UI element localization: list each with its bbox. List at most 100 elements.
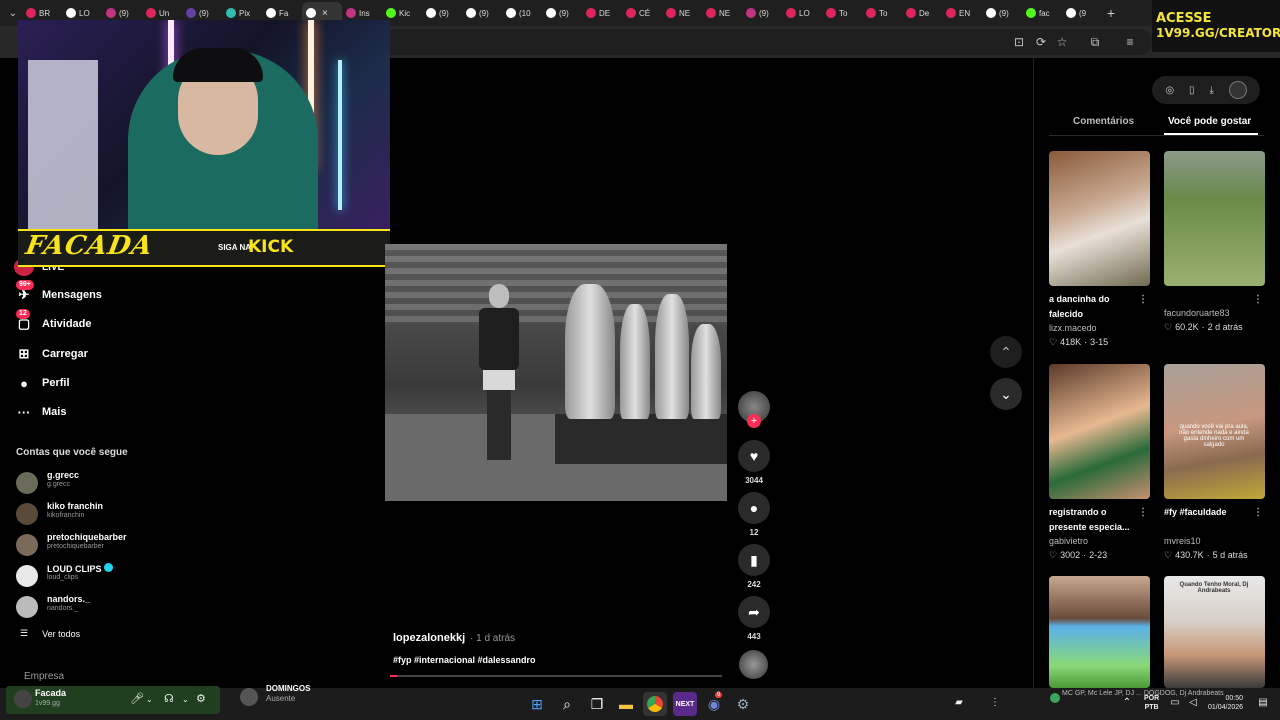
- browser-tab[interactable]: DE: [582, 2, 622, 24]
- video-progress-bar[interactable]: [390, 675, 722, 677]
- headphones-icon[interactable]: ☊: [164, 692, 174, 705]
- task-view-icon[interactable]: ❐: [585, 692, 609, 716]
- followed-account[interactable]: g.grecc g.grecc: [16, 470, 216, 496]
- video-author[interactable]: mvreis10: [1164, 535, 1265, 548]
- cast-icon[interactable]: ⟳: [1032, 34, 1050, 50]
- music-disc[interactable]: [739, 650, 768, 679]
- browser-tab[interactable]: To: [822, 2, 862, 24]
- tab-favicon-icon: [826, 8, 836, 18]
- microphone-icon[interactable]: 🎤︎: [130, 692, 144, 705]
- settings-icon[interactable]: ⚙: [731, 692, 755, 716]
- close-tab-icon[interactable]: ×: [322, 8, 328, 19]
- more-options-icon[interactable]: ⋮: [1253, 292, 1263, 307]
- video-thumbnail[interactable]: [1164, 151, 1265, 286]
- extensions-icon[interactable]: ⧉: [1086, 34, 1104, 50]
- suggested-video-card[interactable]: quando você vai pra aula, não entende na…: [1164, 364, 1265, 562]
- system-clock[interactable]: 00:50 01/04/2026: [1208, 694, 1243, 712]
- tab-comments[interactable]: Comentários: [1073, 116, 1134, 127]
- video-thumbnail[interactable]: [1049, 576, 1150, 688]
- sidebar-item-1[interactable]: ▢ 12 Atividade: [16, 309, 92, 335]
- language-indicator[interactable]: POR PTB: [1144, 694, 1159, 712]
- save-button[interactable]: ▮: [738, 544, 770, 576]
- windows-start-icon[interactable]: ⊞: [525, 692, 549, 716]
- more-options-icon[interactable]: ⋮: [1138, 292, 1148, 307]
- discord-icon[interactable]: ◉ 9: [702, 692, 726, 716]
- browser-tab[interactable]: (9): [982, 2, 1022, 24]
- suggested-video-card[interactable]: a dancinha do falecido ⋮ lizx.macedo ♡ 418K ·…: [1049, 151, 1150, 349]
- notifications-icon[interactable]: ▤: [1256, 695, 1270, 709]
- suggested-video-card[interactable]: registrando o presente especia... ⋮ gabivi…: [1049, 364, 1150, 562]
- followed-account[interactable]: LOUD CLIPS loud_clips: [16, 563, 216, 589]
- video-thumbnail[interactable]: [1049, 151, 1150, 286]
- spotify-icon[interactable]: [1050, 693, 1060, 703]
- tab-suggested[interactable]: Você pode gostar: [1168, 116, 1251, 127]
- network-icon[interactable]: ▭: [1168, 695, 1182, 709]
- browser-tab[interactable]: NE: [662, 2, 702, 24]
- bookmark-star-icon[interactable]: ☆: [1053, 34, 1071, 50]
- download-icon[interactable]: ⤓: [1209, 85, 1213, 96]
- video-author[interactable]: lopezalonekkj: [393, 632, 465, 644]
- suggested-video-card[interactable]: Quando Tenho Moral, Dj Andrabeats: [1164, 576, 1265, 688]
- file-explorer-icon[interactable]: ▬: [614, 692, 638, 716]
- see-all-button[interactable]: ☰ Ver todos: [20, 628, 80, 639]
- volume-icon[interactable]: ◁: [1186, 695, 1200, 709]
- share-button[interactable]: ➦: [738, 596, 770, 628]
- browser-tab[interactable]: NE: [702, 2, 742, 24]
- browser-tab[interactable]: (9): [742, 2, 782, 24]
- more-options-icon[interactable]: ⋮: [1138, 505, 1148, 520]
- compass-icon[interactable]: ◎: [1165, 85, 1174, 96]
- sidebar-item-3[interactable]: ● Perfil: [16, 372, 69, 394]
- nexo-app-icon[interactable]: NEXT: [673, 692, 697, 716]
- video-author[interactable]: facundoruarte83: [1164, 307, 1265, 320]
- sidebar-item-2[interactable]: ⊞ Carregar: [16, 343, 88, 365]
- account-name-text: kiko franchin: [47, 501, 104, 511]
- more-vertical-icon[interactable]: ⋮: [988, 695, 1002, 709]
- video-thumbnail[interactable]: [1049, 364, 1150, 499]
- chrome-icon[interactable]: [643, 692, 667, 716]
- phone-icon[interactable]: ▯: [1189, 85, 1195, 96]
- tray-chevron-icon[interactable]: ⌃: [1120, 695, 1134, 709]
- new-tab-button[interactable]: +: [1102, 5, 1120, 21]
- video-thumbnail[interactable]: quando você vai pra aula, não entende na…: [1164, 364, 1265, 499]
- settings-gear-icon[interactable]: ⚙: [196, 692, 206, 705]
- suggested-video-card[interactable]: [1049, 576, 1150, 688]
- like-button[interactable]: ♥: [738, 440, 770, 472]
- chat-icon[interactable]: ▰: [952, 695, 966, 709]
- profile-avatar-icon[interactable]: [1228, 81, 1247, 99]
- next-video-button[interactable]: ⌄: [990, 378, 1022, 410]
- sidebar-item-4[interactable]: ··· Mais: [16, 401, 67, 423]
- followed-account[interactable]: nandors._ nandors._: [16, 594, 216, 620]
- followed-account[interactable]: kiko franchin kikofranchin: [16, 501, 216, 527]
- browser-tab[interactable]: (9): [462, 2, 502, 24]
- comment-button[interactable]: ●: [738, 492, 770, 524]
- browser-tab[interactable]: fac: [1022, 2, 1062, 24]
- video-hashtags[interactable]: #fyp #internacional #dalessandro: [393, 655, 536, 665]
- video-author[interactable]: lizx.macedo: [1049, 322, 1150, 335]
- video-title: registrando o presente especia... ⋮: [1049, 505, 1150, 535]
- browser-tab[interactable]: De: [902, 2, 942, 24]
- video-author[interactable]: gabivietro: [1049, 535, 1150, 548]
- heart-outline-icon: ♡: [1049, 337, 1058, 347]
- followed-account[interactable]: pretochiquebarber pretochiquebarber: [16, 532, 216, 558]
- browser-tab[interactable]: CÉ: [622, 2, 662, 24]
- video-player[interactable]: [385, 244, 727, 501]
- reading-list-icon[interactable]: ≡: [1121, 34, 1139, 50]
- suggested-video-card[interactable]: ⋮ facundoruarte83 ♡ 60.2K · 2 d atrás: [1164, 151, 1265, 334]
- browser-tab[interactable]: (9): [422, 2, 462, 24]
- translate-icon[interactable]: ⊡: [1010, 34, 1028, 50]
- browser-tab[interactable]: To: [862, 2, 902, 24]
- mic-chevron-icon[interactable]: ⌄: [146, 695, 153, 704]
- follow-plus-icon[interactable]: +: [747, 414, 761, 428]
- video-thumbnail[interactable]: Quando Tenho Moral, Dj Andrabeats: [1164, 576, 1265, 688]
- previous-video-button[interactable]: ⌃: [990, 336, 1022, 368]
- browser-tab[interactable]: (9): [542, 2, 582, 24]
- sidebar-item-0[interactable]: ✈ 99+ Mensagens: [16, 280, 102, 306]
- browser-tab[interactable]: LO: [782, 2, 822, 24]
- company-link[interactable]: Empresa: [24, 671, 64, 682]
- browser-tab[interactable]: EN: [942, 2, 982, 24]
- browser-tab[interactable]: (10: [502, 2, 542, 24]
- search-icon[interactable]: ⌕: [555, 692, 579, 716]
- browser-tab[interactable]: (9: [1062, 2, 1102, 24]
- headphones-chevron-icon[interactable]: ⌄: [182, 695, 189, 704]
- more-options-icon[interactable]: ⋮: [1253, 505, 1263, 520]
